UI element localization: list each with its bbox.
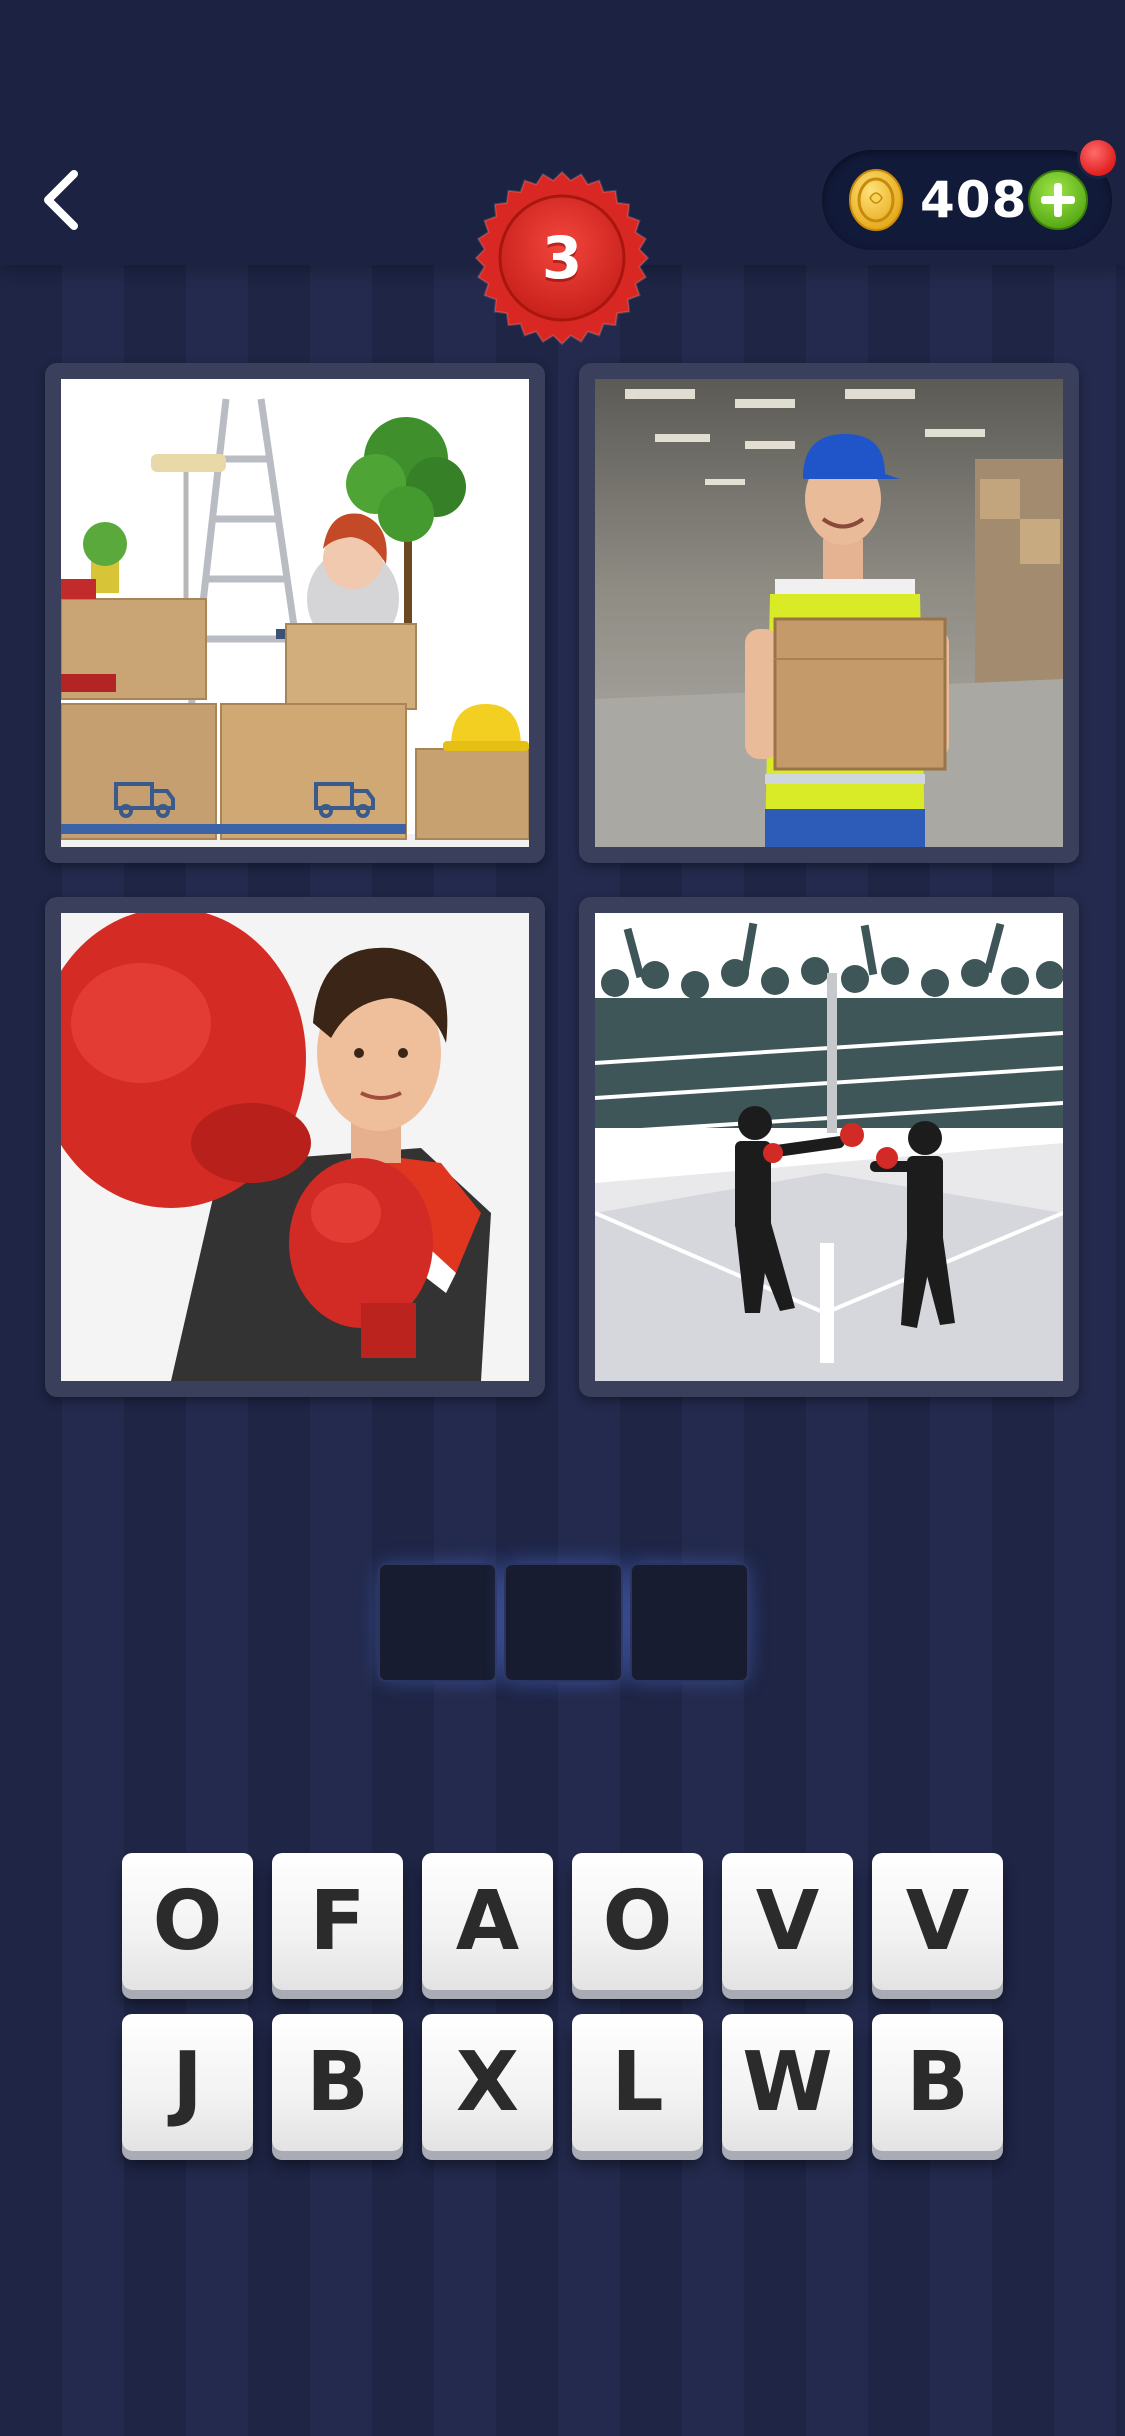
tile-letter: B: [906, 2035, 969, 2130]
tile-letter: F: [309, 1874, 366, 1969]
back-button[interactable]: [30, 160, 90, 240]
answer-slot-2[interactable]: [506, 1565, 621, 1680]
tile-letter: A: [455, 1874, 520, 1969]
picture-3[interactable]: [45, 897, 545, 1397]
letter-tile[interactable]: A: [422, 1853, 553, 1990]
picture-1[interactable]: [45, 363, 545, 863]
tile-letter: W: [742, 2035, 833, 2130]
answer-slot-1[interactable]: [380, 1565, 495, 1680]
tile-letter: B: [306, 2035, 369, 2130]
letter-tile[interactable]: W: [722, 2014, 853, 2151]
letter-tile[interactable]: J: [122, 2014, 253, 2151]
letter-tile[interactable]: B: [272, 2014, 403, 2151]
letter-tile[interactable]: V: [722, 1853, 853, 1990]
answer-slot-3[interactable]: [632, 1565, 747, 1680]
level-number: 3: [541, 224, 583, 292]
level-badge: 3: [474, 170, 650, 346]
tile-letter: V: [755, 1874, 820, 1969]
letter-tile[interactable]: O: [122, 1853, 253, 1990]
picture-4[interactable]: [579, 897, 1079, 1397]
coin-balance[interactable]: 408: [822, 150, 1112, 250]
tile-letter: L: [611, 2035, 664, 2130]
tile-letter: J: [172, 2035, 203, 2130]
picture-2[interactable]: [579, 363, 1079, 863]
tile-letter: X: [455, 2035, 520, 2130]
delivery-man-image: [595, 379, 1063, 847]
notification-dot: [1080, 140, 1116, 176]
tile-letter: O: [152, 1874, 223, 1969]
letter-tile[interactable]: X: [422, 2014, 553, 2151]
letter-tile[interactable]: V: [872, 1853, 1003, 1990]
letter-tile[interactable]: F: [272, 1853, 403, 1990]
letter-tile[interactable]: B: [872, 2014, 1003, 2151]
boxing-gloves-image: [61, 913, 529, 1381]
tile-letter: V: [905, 1874, 970, 1969]
tile-letter: O: [602, 1874, 673, 1969]
letter-tile[interactable]: L: [572, 2014, 703, 2151]
letter-tile[interactable]: O: [572, 1853, 703, 1990]
gold-coin-icon: [849, 169, 903, 231]
chevron-left-icon: [44, 170, 78, 230]
moving-boxes-image: [61, 379, 529, 847]
boxing-ring-image: [595, 913, 1063, 1381]
coin-count: 408: [920, 171, 1028, 229]
add-coins-button[interactable]: [1026, 168, 1090, 232]
